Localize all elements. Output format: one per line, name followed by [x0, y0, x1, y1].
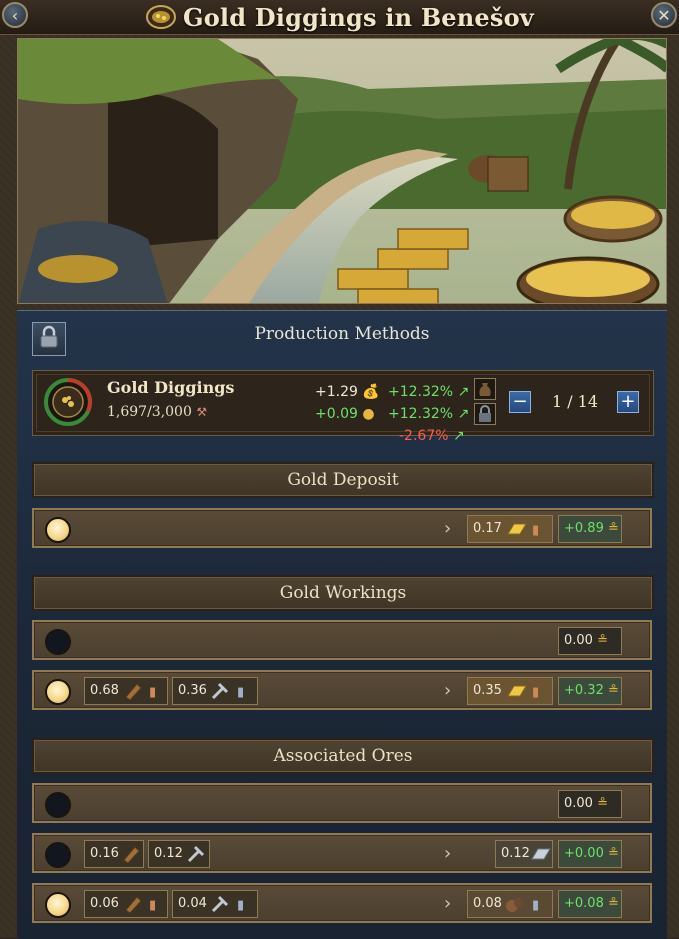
tools-icon [185, 843, 207, 875]
gold-pan-icon [145, 2, 177, 36]
gold-bar-icon [506, 518, 528, 550]
output-chip[interactable]: 0.12 [495, 840, 553, 868]
input-chip-wood[interactable]: 0.06 ▮ [84, 890, 168, 918]
money-icon: ≗ [607, 683, 619, 698]
unselected-radio[interactable] [45, 842, 71, 868]
group-header-associated-ores: Associated Ores [32, 738, 654, 774]
chevron-right-icon: › [444, 843, 452, 864]
net-output-chip[interactable]: 0.00 ≗ [558, 790, 622, 818]
output-chip[interactable]: 0.08 ▮ [467, 890, 553, 918]
output-change: +12.32% ↗ [388, 384, 470, 400]
profit-change: +12.32% ↗ [388, 406, 470, 422]
production-methods-title: Production Methods [254, 324, 430, 344]
trend-up-icon: ↗ [457, 406, 470, 422]
coin-icon: ● [362, 406, 375, 422]
input-chip-wood[interactable]: 0.16 [84, 840, 144, 868]
increase-level-button[interactable]: + [617, 391, 639, 413]
tools-icon [209, 680, 231, 712]
trend-up-icon: ↗ [452, 428, 465, 444]
net-output-chip[interactable]: +0.08 ≗ [558, 890, 622, 918]
output-chip[interactable]: 0.35 ▮ [467, 677, 553, 705]
method-row-gold-deposit[interactable]: › 0.17 ▮ +0.89 ≗ [32, 508, 652, 548]
wood-icon [123, 893, 145, 925]
net-output-chip[interactable]: 0.00 ≗ [558, 627, 622, 655]
chevron-right-icon: › [444, 680, 452, 701]
gold-bar-icon [506, 680, 528, 712]
barrel-icon: ▮ [532, 685, 540, 700]
net-output-chip[interactable]: +0.00 ≗ [558, 840, 622, 868]
building-name: Gold Diggings [107, 378, 235, 397]
employment-count: 1,697/3,000 ⚒ [107, 404, 208, 420]
money-icon: ≗ [597, 633, 608, 648]
barrel-icon: ▮ [149, 898, 157, 913]
input-chip-tools[interactable]: 0.36 ▮ [172, 677, 258, 705]
wood-icon [121, 843, 143, 875]
steel-icon: ▮ [237, 685, 245, 700]
building-level: 1 / 14 [551, 392, 599, 411]
money-icon: 💰 [362, 384, 380, 400]
money-icon: ≗ [597, 796, 608, 811]
steel-icon: ▮ [237, 898, 245, 913]
goods-sack-icon[interactable] [474, 378, 496, 400]
profit-value: +0.09 ● [315, 406, 375, 422]
third-change: -2.67% ↗ [399, 428, 465, 444]
group-header-gold-deposit: Gold Deposit [32, 462, 654, 498]
method-row-gold-workings-tools[interactable]: 0.68 ▮ 0.36 ▮ › 0.35 ▮ +0.32 ≗ [32, 670, 652, 710]
unselected-radio[interactable] [45, 792, 71, 818]
method-row-associated-ores-mixed[interactable]: 0.06 ▮ 0.04 ▮ › 0.08 ▮ +0.08 ≗ [32, 883, 652, 923]
money-icon: ≗ [607, 521, 619, 536]
group-header-gold-workings: Gold Workings [32, 575, 654, 611]
barrel-icon: ▮ [149, 685, 157, 700]
selected-radio[interactable] [45, 892, 71, 918]
output-value: +1.29 💰 [315, 384, 380, 400]
method-row-gold-workings-none[interactable]: 0.00 ≗ [32, 620, 652, 660]
method-row-associated-ores-silver[interactable]: 0.16 0.12 › 0.12 +0.00 ≗ [32, 833, 652, 873]
net-output-chip[interactable]: +0.89 ≗ [558, 515, 622, 543]
building-illustration [17, 38, 667, 304]
decrease-level-button[interactable]: − [509, 391, 531, 413]
money-icon: ≗ [607, 896, 619, 911]
output-chip[interactable]: 0.17 ▮ [467, 515, 553, 543]
tools-icon [209, 893, 231, 925]
method-row-associated-ores-none[interactable]: 0.00 ≗ [32, 783, 652, 823]
input-chip-tools[interactable]: 0.04 ▮ [172, 890, 258, 918]
steel-icon: ▮ [532, 898, 540, 913]
window-title-text: Gold Diggings in Benešov [183, 3, 534, 32]
selected-radio[interactable] [45, 517, 71, 543]
workers-icon: ⚒ [196, 405, 208, 419]
unselected-radio[interactable] [45, 629, 71, 655]
window-title: Gold Diggings in Benešov [0, 2, 679, 36]
input-chip-wood[interactable]: 0.68 ▮ [84, 677, 168, 705]
ore-icon [504, 893, 528, 925]
net-output-chip[interactable]: +0.32 ≗ [558, 677, 622, 705]
lock-state-icon[interactable] [474, 403, 496, 425]
input-chip-tools[interactable]: 0.12 [148, 840, 210, 868]
chevron-right-icon: › [444, 518, 452, 539]
money-icon: ≗ [607, 846, 619, 861]
barrel-icon: ▮ [532, 523, 540, 538]
building-icon[interactable] [44, 378, 92, 426]
silver-bar-icon [530, 843, 552, 875]
trend-up-icon: ↗ [457, 384, 470, 400]
selected-radio[interactable] [45, 679, 71, 705]
chevron-right-icon: › [444, 893, 452, 914]
wood-icon [123, 680, 145, 712]
